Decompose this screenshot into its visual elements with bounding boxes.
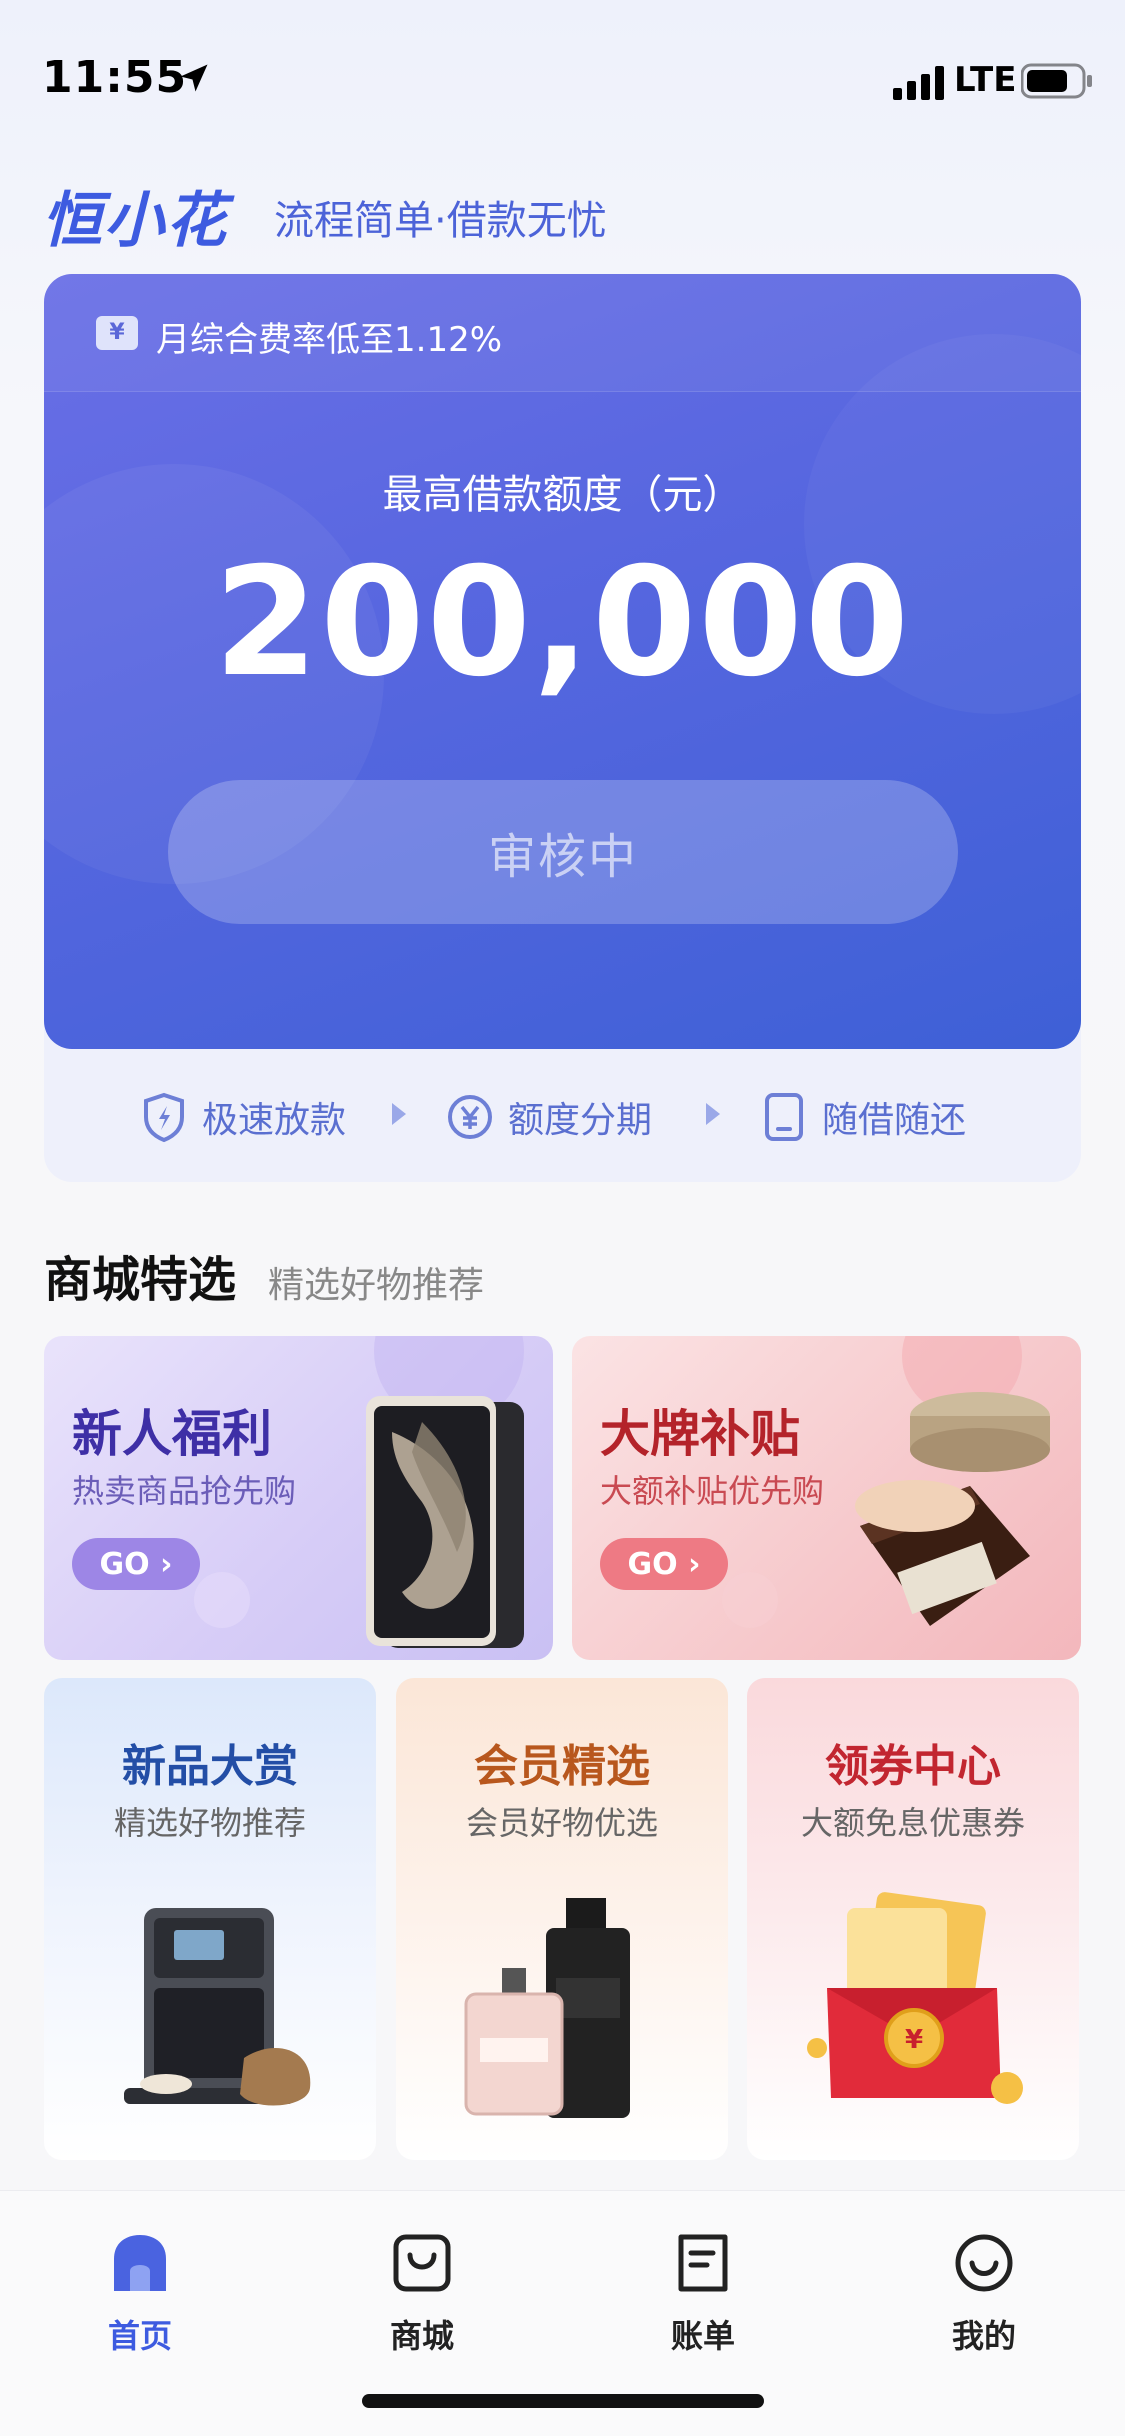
feature-flexible-repay: 随借随还 xyxy=(760,1089,966,1145)
feature-label: 随借随还 xyxy=(822,1100,967,1141)
perfume-bottles-image xyxy=(464,1898,630,2118)
tab-label: 账单 xyxy=(670,2317,735,2355)
card-subtitle: 会员好物优选 xyxy=(465,1804,658,1842)
promo-title: 新人福利 xyxy=(72,1405,272,1463)
go-button[interactable]: GO › xyxy=(600,1538,728,1590)
tab-label: 商城 xyxy=(389,2317,454,2355)
shopping-bag-icon xyxy=(393,2234,451,2292)
tab-profile[interactable]: 我的 xyxy=(914,2213,1054,2355)
go-button[interactable]: GO › xyxy=(72,1538,200,1590)
card-title: 会员精选 xyxy=(474,1741,650,1792)
loan-card: ¥ 月综合费率低至1.12% 最高借款额度（元） 200,000 审核中 极速放… xyxy=(44,274,1081,1182)
limit-label: 最高借款额度（元） xyxy=(382,472,743,518)
brand-logo: 恒小花 xyxy=(42,186,228,256)
rate-bar: ¥ 月综合费率低至1.12% xyxy=(44,274,1081,392)
card-new-arrivals[interactable]: 新品大赏 精选好物推荐 xyxy=(44,1678,376,2160)
tablet-product-image xyxy=(366,1396,524,1648)
tab-bill[interactable]: 账单 xyxy=(633,2213,773,2355)
decorative-bubble xyxy=(722,1572,778,1628)
home-indicator[interactable] xyxy=(362,2394,764,2408)
promo-subtitle: 大额补贴优先购 xyxy=(600,1472,825,1510)
feature-label: 极速放款 xyxy=(202,1100,347,1141)
status-time: 11:55 xyxy=(42,52,188,103)
feature-installment: 额度分期 xyxy=(446,1089,652,1145)
card-subtitle: 精选好物推荐 xyxy=(113,1804,306,1842)
tab-mall[interactable]: 商城 xyxy=(352,2213,492,2355)
coupon-red-envelope-image: ¥ xyxy=(807,1892,1023,2104)
review-status-button[interactable]: 审核中 xyxy=(168,780,958,924)
phone-icon xyxy=(765,1093,803,1141)
limit-amount: 200,000 xyxy=(213,536,912,710)
battery-icon xyxy=(1021,63,1092,99)
feature-fast-loan: 极速放款 xyxy=(140,1089,346,1145)
yuan-circle-icon xyxy=(448,1095,492,1139)
feature-label: 额度分期 xyxy=(508,1100,653,1141)
feature-strip: 极速放款 额度分期 随借随还 xyxy=(44,1049,1081,1182)
go-label: GO xyxy=(627,1546,678,1582)
card-subtitle: 大额免息优惠券 xyxy=(800,1804,1025,1842)
ticket-icon: ¥ xyxy=(96,316,138,350)
tab-home[interactable]: 首页 xyxy=(70,2213,210,2355)
signal-icon xyxy=(893,66,944,100)
promo-title: 大牌补贴 xyxy=(600,1405,800,1463)
bill-icon xyxy=(678,2234,728,2292)
go-label: GO xyxy=(99,1546,150,1582)
coffee-machine-image xyxy=(124,1908,311,2106)
location-arrow-icon xyxy=(180,64,208,92)
brand-slogan: 流程简单·借款无忧 xyxy=(274,198,607,244)
rate-note: 月综合费率低至1.12% xyxy=(156,320,503,360)
network-type: LTE xyxy=(954,60,1017,100)
mall-section-subtitle: 精选好物推荐 xyxy=(268,1265,485,1306)
status-bar: 11:55 LTE xyxy=(0,0,1125,150)
card-title: 新品大赏 xyxy=(122,1741,298,1792)
skincare-jar-image xyxy=(855,1392,1050,1626)
promo-brand-subsidy[interactable]: 大牌补贴 大额补贴优先购 GO › xyxy=(572,1336,1081,1660)
promo-subtitle: 热卖商品抢先购 xyxy=(72,1472,297,1510)
decorative-bubble xyxy=(194,1572,250,1628)
shield-icon xyxy=(144,1092,184,1143)
tab-label: 首页 xyxy=(107,2317,172,2355)
arrow-right-icon xyxy=(706,1103,720,1125)
card-title: 领券中心 xyxy=(825,1741,1001,1792)
arrow-right-icon xyxy=(392,1103,406,1125)
home-icon xyxy=(114,2235,166,2291)
smiley-icon xyxy=(955,2234,1013,2292)
mall-section-title: 商城特选 xyxy=(44,1252,237,1308)
svg-text:¥: ¥ xyxy=(905,2025,923,2055)
promo-new-user[interactable]: 新人福利 热卖商品抢先购 GO › xyxy=(44,1336,553,1660)
loan-limit-panel: ¥ 月综合费率低至1.12% 最高借款额度（元） 200,000 审核中 xyxy=(44,274,1081,1049)
tab-label: 我的 xyxy=(951,2317,1016,2355)
card-member-picks[interactable]: 会员精选 会员好物优选 xyxy=(396,1678,728,2160)
card-coupon-center[interactable]: 领券中心 大额免息优惠券 ¥ xyxy=(747,1678,1079,2160)
